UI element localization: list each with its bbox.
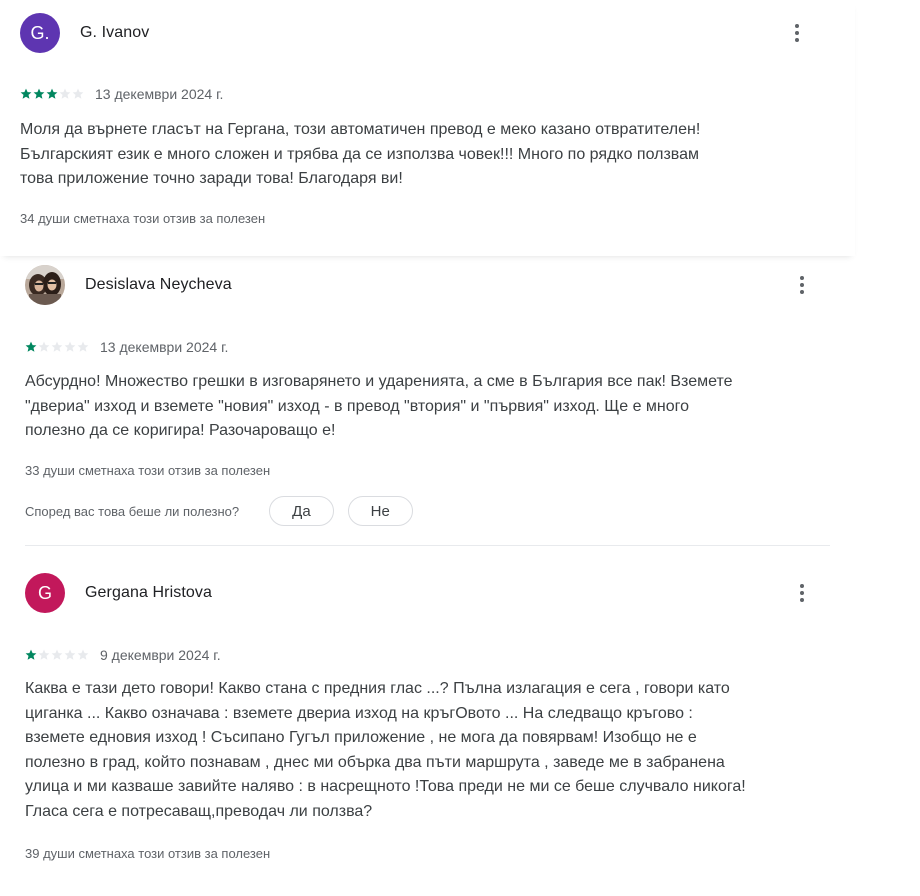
star-filled-icon: [25, 341, 37, 352]
helpful-count: 39 души сметнаха този отзив за полезен: [25, 846, 271, 861]
review-text: Моля да върнете гласът на Гергана, този …: [20, 121, 701, 187]
helpful-count: 33 души сметнаха този отзив за полезен: [25, 463, 271, 478]
divider: [25, 545, 830, 546]
review-header: Desislava Neycheva: [25, 263, 232, 307]
avatar-photo-icon: [25, 265, 65, 305]
avatar: G.: [20, 13, 60, 53]
star-empty-icon: [38, 341, 50, 352]
more-options-icon[interactable]: [790, 270, 814, 300]
star-rating: [25, 649, 90, 661]
reviewer-name: G. Ivanov: [80, 24, 150, 41]
helpful-count: 34 души сметнаха този отзив за полезен: [20, 211, 266, 226]
review-date: 13 декември 2024 г.: [100, 339, 229, 355]
avatar: [25, 265, 65, 305]
star-empty-icon: [64, 341, 76, 352]
star-filled-icon: [25, 649, 37, 660]
star-empty-icon: [72, 88, 84, 99]
star-empty-icon: [64, 649, 76, 660]
star-empty-icon: [51, 341, 63, 352]
star-rating: [25, 341, 90, 353]
avatar: G: [25, 573, 65, 613]
reviewer-name: Gergana Hristova: [85, 584, 212, 601]
helpful-no-button[interactable]: Не: [347, 496, 413, 526]
review-date: 13 декември 2024 г.: [95, 86, 224, 102]
more-options-icon[interactable]: [790, 578, 814, 608]
star-empty-icon: [38, 649, 50, 660]
star-empty-icon: [51, 649, 63, 660]
review-header: G. G. Ivanov: [20, 11, 149, 55]
rating-row: 13 декември 2024 г.: [20, 86, 223, 102]
review-date: 9 декември 2024 г.: [100, 647, 221, 663]
rating-row: 13 декември 2024 г.: [25, 339, 228, 355]
star-empty-icon: [77, 341, 89, 352]
rating-row: 9 декември 2024 г.: [25, 647, 221, 663]
star-rating: [20, 88, 85, 100]
helpful-yes-button[interactable]: Да: [269, 496, 334, 526]
star-empty-icon: [77, 649, 89, 660]
star-empty-icon: [59, 88, 71, 99]
star-filled-icon: [20, 88, 32, 99]
star-filled-icon: [33, 88, 45, 99]
avatar-letter: G: [37, 582, 52, 603]
review-card: G. G. Ivanov 13 декември 2024 г. Моля да…: [0, 0, 855, 256]
avatar-letter: G.: [30, 22, 50, 43]
helpful-question: Според вас това беше ли полезно? Да Не: [25, 496, 413, 526]
review-header: G Gergana Hristova: [25, 571, 212, 615]
review-text: Каква е тази дето говори! Какво стана с …: [25, 680, 746, 820]
review-text: Абсурдно! Множество грешки в изговарянет…: [25, 373, 733, 439]
helpful-question-label: Според вас това беше ли полезно?: [25, 503, 240, 519]
star-filled-icon: [46, 88, 58, 99]
reviewer-name: Desislava Neycheva: [85, 276, 232, 293]
more-options-icon[interactable]: [785, 18, 809, 48]
